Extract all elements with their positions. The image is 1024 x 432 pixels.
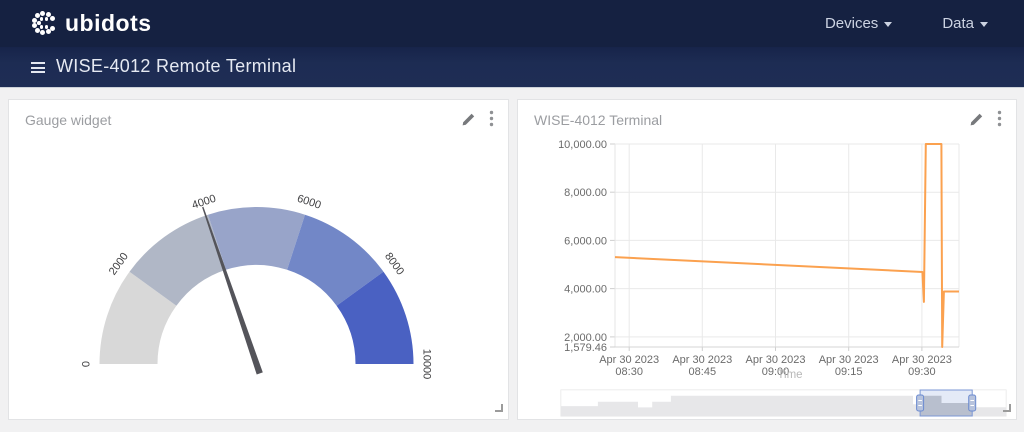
chevron-down-icon xyxy=(980,22,988,27)
x-tick-date: Apr 30 2023 xyxy=(672,354,732,366)
nav-devices-dropdown[interactable]: Devices xyxy=(824,15,893,32)
x-tick-date: Apr 30 2023 xyxy=(599,354,659,366)
logo-text: ubidots xyxy=(65,9,152,36)
navbar-menu: Devices Data xyxy=(825,0,988,47)
ubidots-logo-icon xyxy=(30,9,58,37)
y-tick-label: 10,000.00 xyxy=(558,139,607,151)
gauge-chart[interactable]: 020004000 6000800010000 xyxy=(9,100,510,421)
gauge-arc xyxy=(99,207,414,364)
x-tick-date: Apr 30 2023 xyxy=(746,354,806,366)
range-navigator[interactable] xyxy=(560,389,1007,417)
gauge-tick-label: 8000 xyxy=(382,251,406,278)
navigator-selection-window[interactable] xyxy=(919,389,973,417)
x-tick-time: 08:30 xyxy=(615,366,643,378)
y-axis-min-label: 1,579.46 xyxy=(564,342,607,354)
x-axis-title: Time xyxy=(777,369,802,381)
chevron-down-icon xyxy=(884,22,893,27)
ubidots-logo[interactable]: ubidots xyxy=(30,9,152,37)
navigator-mask-left xyxy=(561,390,921,416)
nav-devices-label: Devices xyxy=(824,15,879,32)
gauge-tick-label: 10000 xyxy=(421,349,433,380)
y-tick-label: 8,000.00 xyxy=(564,187,607,199)
chart-grid xyxy=(610,143,960,351)
navigator-mask-right xyxy=(972,390,1006,416)
x-axis-labels: Apr 30 202308:30Apr 30 202308:45Apr 30 2… xyxy=(599,354,952,381)
gauge-tick-label: 6000 xyxy=(296,193,323,212)
resize-handle[interactable] xyxy=(1003,404,1011,412)
gauge-tick-label: 2000 xyxy=(107,251,131,278)
y-tick-label: 4,000.00 xyxy=(564,284,607,296)
nav-data-label: Data xyxy=(942,15,974,32)
resize-handle[interactable] xyxy=(495,404,503,412)
nav-data-dropdown[interactable]: Data xyxy=(942,15,988,32)
top-navbar: ubidots Devices Data xyxy=(0,0,1024,47)
page-title: WISE-4012 Remote Terminal xyxy=(56,56,297,76)
x-tick-date: Apr 30 2023 xyxy=(819,354,879,366)
x-tick-time: 09:30 xyxy=(908,366,936,378)
terminal-widget-card: WISE-4012 Terminal 10,000.00 8,000.00 6,00… xyxy=(517,99,1017,420)
y-tick-label: 6,000.00 xyxy=(564,235,607,247)
dashboard-header: WISE-4012 Remote Terminal xyxy=(0,47,1024,88)
gauge-tick-label: 0 xyxy=(80,361,92,367)
terminal-line-chart[interactable]: 10,000.008,000.006,000.004,000.002,000.0… xyxy=(518,100,1018,421)
x-tick-date: Apr 30 2023 xyxy=(892,354,952,366)
navigator-resize-handle[interactable] xyxy=(968,394,977,412)
gauge-widget-card: Gauge widget 0 2000 4000 6000 8000 10000 xyxy=(8,99,509,420)
x-tick-time: 09:15 xyxy=(835,366,863,378)
x-tick-time: 08:45 xyxy=(689,366,717,378)
y-axis-labels: 10,000.008,000.006,000.004,000.002,000.0… xyxy=(558,139,607,354)
series-line xyxy=(614,143,959,348)
navigator-resize-handle[interactable] xyxy=(916,394,925,412)
hamburger-menu-icon[interactable] xyxy=(31,62,45,76)
